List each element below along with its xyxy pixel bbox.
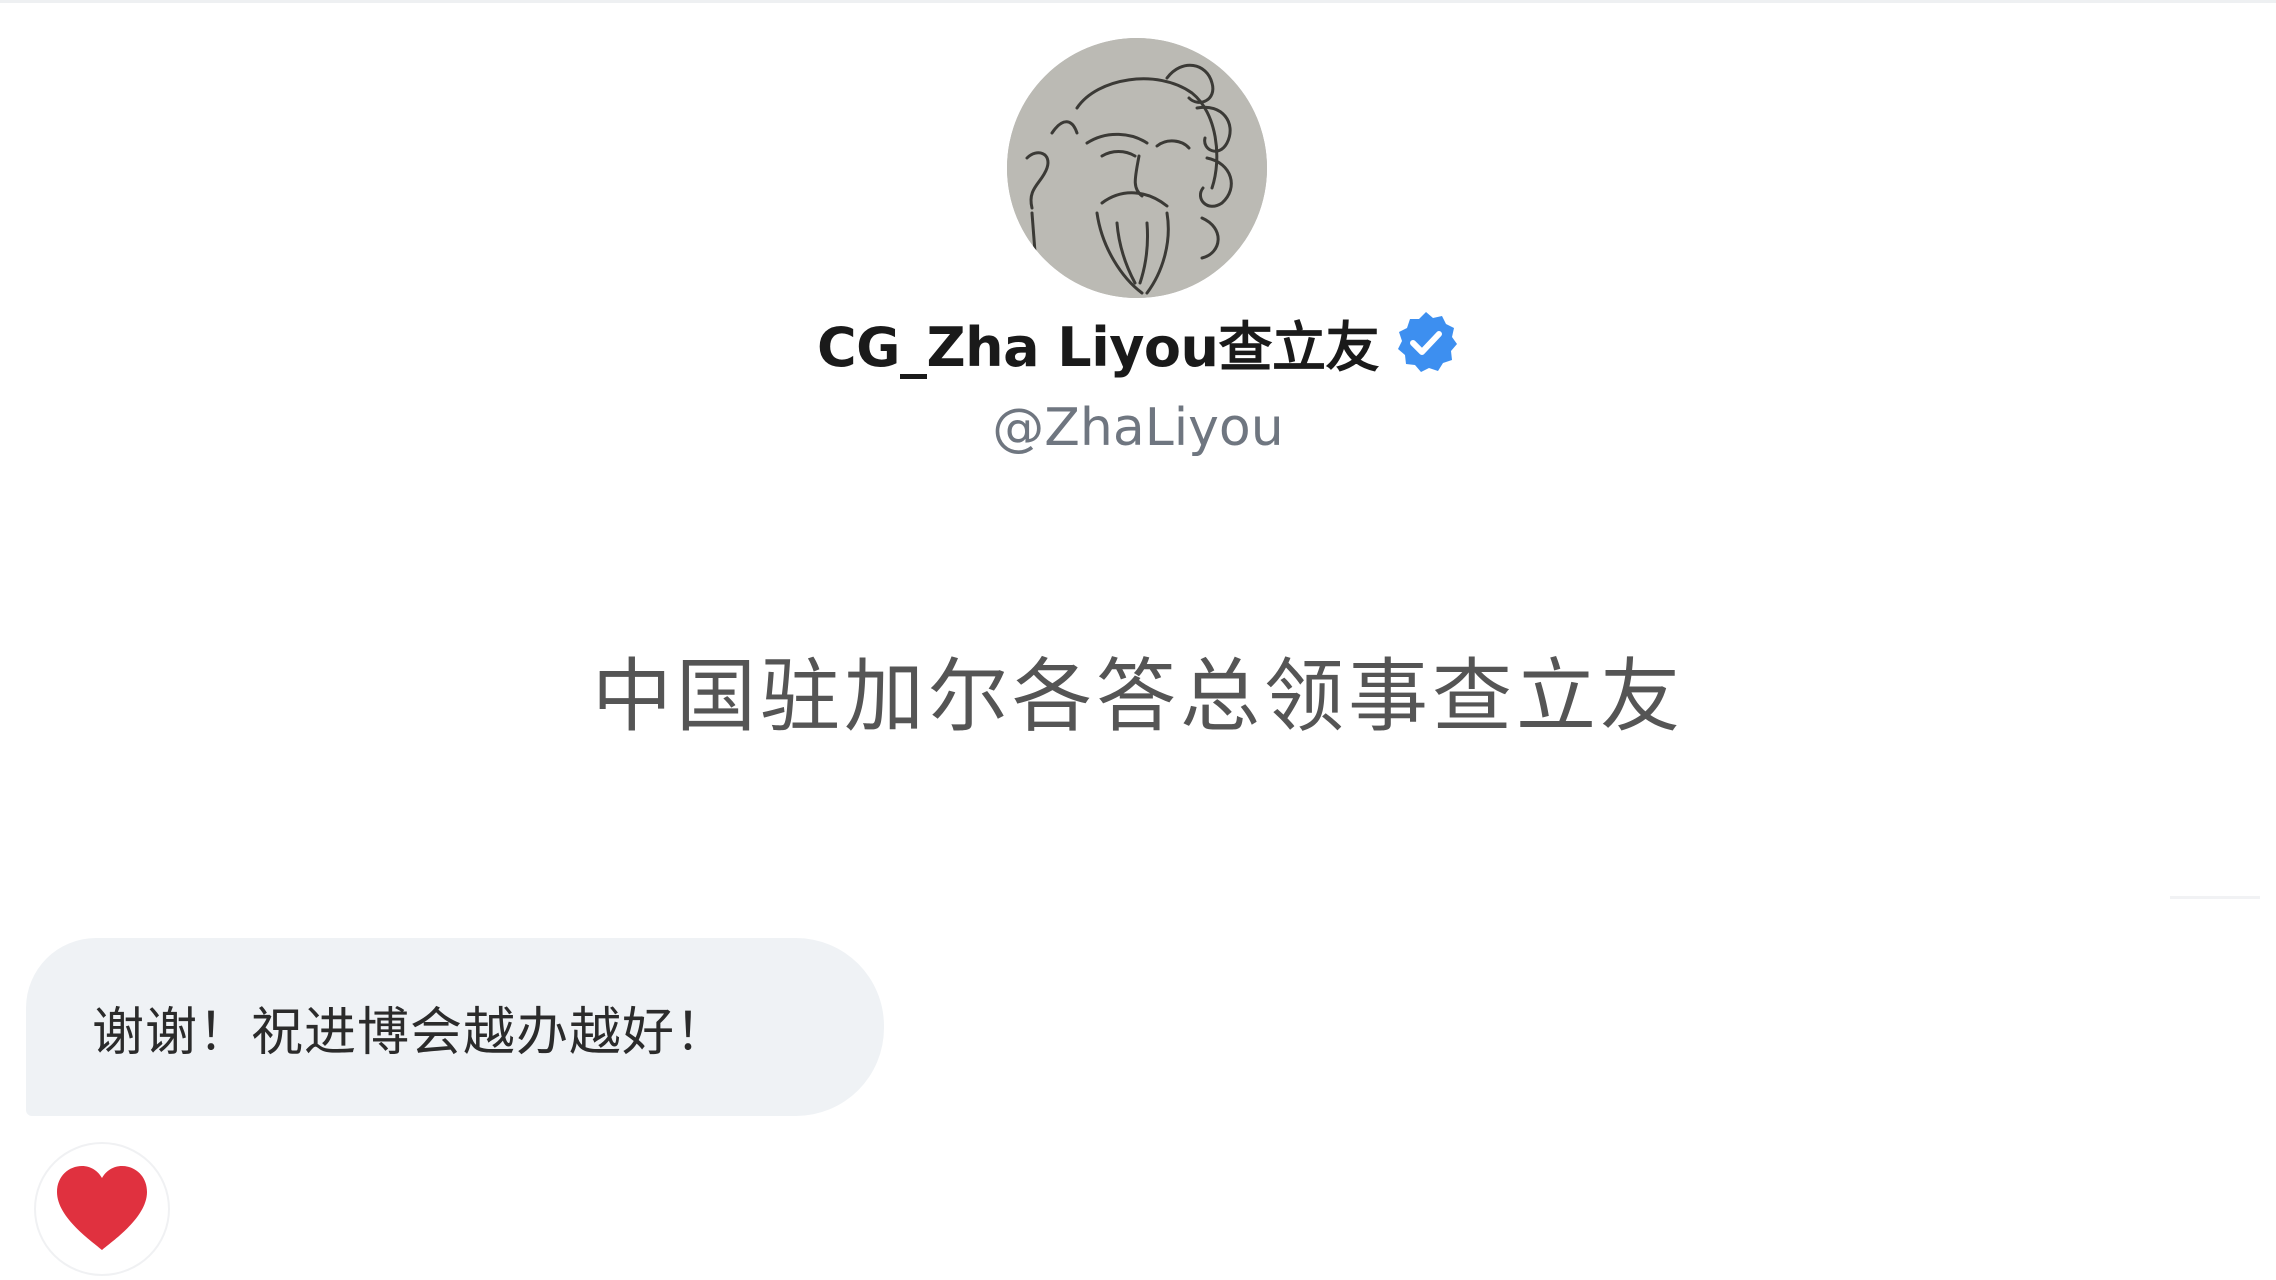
avatar-sketch-image [1007,38,1267,298]
verified-badge-icon [1393,309,1459,375]
message-reaction[interactable] [34,1142,170,1276]
profile-name-row: CG_Zha Liyou查立友 [0,302,2276,382]
heart-icon [57,1166,147,1250]
profile-handle[interactable]: @ZhaLiyou [0,398,2276,458]
divider-line [2170,896,2260,899]
profile-display-name[interactable]: CG_Zha Liyou查立友 [817,303,1379,382]
dm-conversation-view: CG_Zha Liyou查立友 @ZhaLiyou 中国驻加尔各答总领事查立友 … [0,0,2276,1280]
message-bubble[interactable]: 谢谢！祝进博会越办越好！ [26,938,884,1116]
profile-avatar[interactable] [1007,38,1267,298]
profile-bio: 中国驻加尔各答总领事查立友 [592,650,1684,743]
message-text: 谢谢！祝进博会越办越好！ [92,1002,729,1063]
top-divider [0,0,2276,3]
